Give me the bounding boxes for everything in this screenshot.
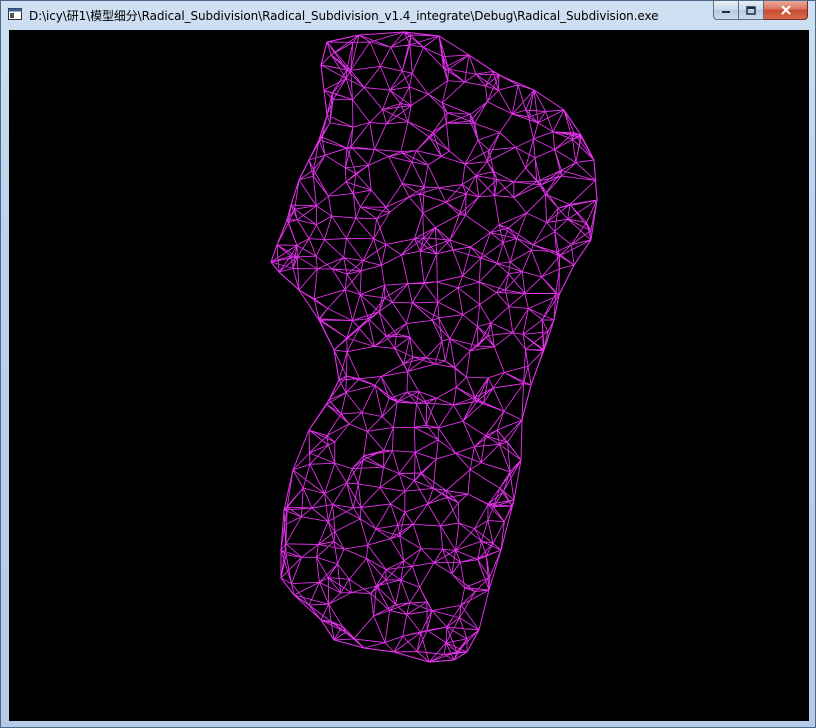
close-icon: [780, 5, 791, 15]
maximize-icon: [746, 5, 756, 15]
app-window: D:\icy\研1\模型细分\Radical_Subdivision\Radic…: [0, 0, 816, 728]
wireframe-mesh: [270, 31, 598, 663]
minimize-button[interactable]: [713, 1, 739, 20]
maximize-button[interactable]: [739, 1, 764, 20]
title-bar[interactable]: D:\icy\研1\模型细分\Radical_Subdivision\Radic…: [1, 1, 815, 29]
render-viewport[interactable]: [9, 30, 809, 721]
mesh-silhouette: [270, 31, 598, 663]
window-controls: [713, 1, 808, 21]
minimize-icon: [722, 11, 730, 13]
close-button[interactable]: [764, 1, 808, 20]
app-icon[interactable]: [8, 7, 22, 21]
window-title: D:\icy\研1\模型细分\Radical_Subdivision\Radic…: [29, 9, 659, 23]
mesh-edges: [270, 31, 598, 663]
